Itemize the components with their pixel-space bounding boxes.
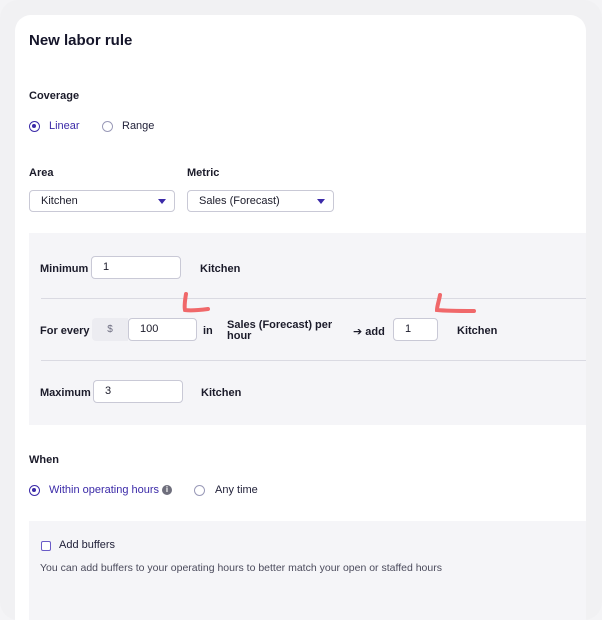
operating-hours-radio[interactable] xyxy=(29,485,40,496)
rule-panel: Minimum 1 Kitchen For every $ 100 in Sal… xyxy=(29,233,586,425)
add-buffers-checkbox[interactable] xyxy=(41,541,51,551)
for-every-unit: Kitchen xyxy=(457,325,498,337)
area-label: Area xyxy=(29,167,54,179)
buffers-helper-text: You can add buffers to your operating ho… xyxy=(40,562,442,574)
linear-radio-label[interactable]: Linear xyxy=(49,120,80,132)
buffers-panel: Add buffers You can add buffers to your … xyxy=(29,521,586,620)
for-every-metric: Sales (Forecast) per hour xyxy=(227,320,332,342)
range-radio-label[interactable]: Range xyxy=(122,120,154,132)
divider xyxy=(41,298,586,299)
add-text: ➔ add xyxy=(353,326,385,338)
app-frame: New labor rule Coverage Linear Range Are… xyxy=(0,0,602,620)
annotation-mark-icon xyxy=(434,293,476,313)
chevron-down-icon xyxy=(317,199,325,204)
maximum-input[interactable]: 3 xyxy=(93,380,183,403)
any-time-radio-label[interactable]: Any time xyxy=(215,484,258,496)
linear-radio[interactable] xyxy=(29,121,40,132)
in-text: in xyxy=(203,325,213,337)
coverage-label: Coverage xyxy=(29,90,80,102)
metric-select[interactable]: Sales (Forecast) xyxy=(187,190,334,212)
add-buffers-label[interactable]: Add buffers xyxy=(59,539,115,551)
any-time-radio[interactable] xyxy=(194,485,205,496)
when-label: When xyxy=(29,454,59,466)
chevron-down-icon xyxy=(158,199,166,204)
minimum-input[interactable]: 1 xyxy=(91,256,181,279)
labor-rule-card: New labor rule Coverage Linear Range Are… xyxy=(15,15,586,620)
metric-label: Metric xyxy=(187,167,220,179)
currency-prefix: $ xyxy=(92,318,128,341)
page-title: New labor rule xyxy=(29,32,133,49)
minimum-unit: Kitchen xyxy=(200,263,241,275)
divider xyxy=(41,360,586,361)
metric-select-value: Sales (Forecast) xyxy=(199,195,280,207)
info-icon[interactable]: i xyxy=(162,485,172,495)
annotation-mark-icon xyxy=(182,292,210,313)
operating-hours-radio-label[interactable]: Within operating hours xyxy=(49,484,159,496)
maximum-unit: Kitchen xyxy=(201,387,242,399)
minimum-label: Minimum xyxy=(40,263,89,275)
for-every-metric-line2: hour xyxy=(227,330,252,342)
area-select-value: Kitchen xyxy=(41,195,78,207)
for-every-input[interactable]: 100 xyxy=(128,318,197,341)
area-select[interactable]: Kitchen xyxy=(29,190,175,212)
range-radio[interactable] xyxy=(102,121,113,132)
add-input[interactable]: 1 xyxy=(393,318,438,341)
maximum-label: Maximum xyxy=(40,387,91,399)
for-every-label: For every xyxy=(40,325,90,337)
